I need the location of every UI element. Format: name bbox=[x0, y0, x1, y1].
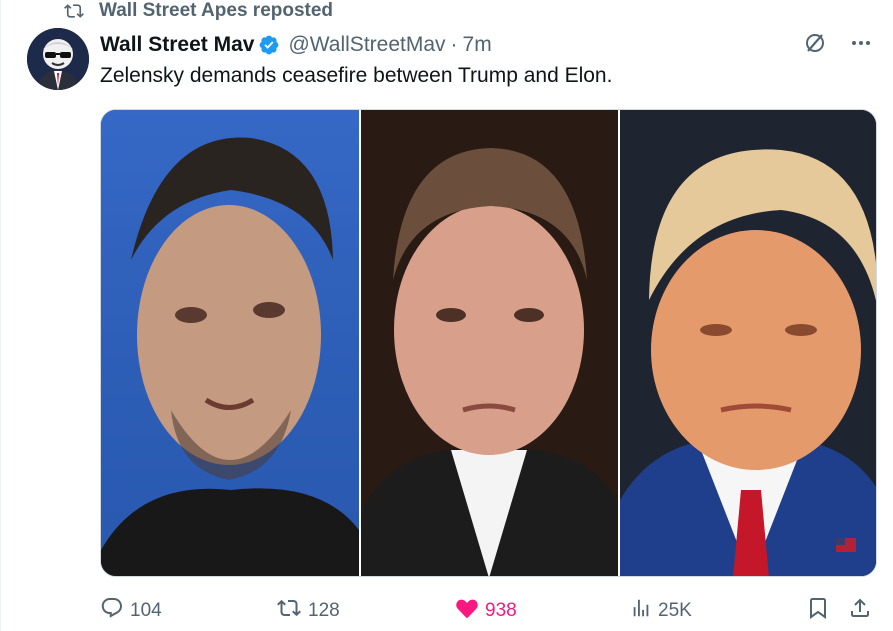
heart-icon bbox=[455, 596, 479, 626]
reply-count: 104 bbox=[130, 600, 162, 621]
views-chart-icon bbox=[630, 596, 652, 626]
reply-button[interactable]: 104 bbox=[100, 596, 162, 626]
repost-icon bbox=[63, 1, 85, 21]
media-panel-right bbox=[620, 110, 876, 576]
repost-label[interactable]: Wall Street Apes reposted bbox=[99, 0, 333, 22]
author-handle[interactable]: @WallStreetMav bbox=[288, 33, 445, 57]
like-count: 938 bbox=[485, 600, 517, 621]
repost-attribution[interactable]: Wall Street Apes reposted bbox=[63, 0, 333, 22]
tweet-timestamp[interactable]: 7m bbox=[463, 33, 492, 57]
views-count: 25K bbox=[658, 600, 692, 621]
views-button[interactable]: 25K bbox=[630, 596, 692, 626]
repost-button[interactable]: 128 bbox=[276, 596, 340, 626]
bookmark-button[interactable] bbox=[806, 596, 830, 626]
verified-badge-icon[interactable] bbox=[258, 34, 280, 56]
tweet-header: Wall Street Mav @WallStreetMav · 7m bbox=[100, 31, 873, 59]
share-icon bbox=[848, 596, 872, 626]
tweet-card[interactable]: Wall Street Apes reposted Wall Street Ma… bbox=[0, 0, 893, 631]
media-panel-center bbox=[361, 110, 618, 576]
media-panel-left bbox=[101, 110, 359, 576]
like-button[interactable]: 938 bbox=[455, 596, 517, 626]
reply-icon bbox=[100, 596, 124, 626]
more-dots-icon[interactable] bbox=[849, 31, 873, 60]
avatar[interactable] bbox=[27, 28, 89, 90]
header-actions bbox=[803, 31, 873, 60]
bookmark-icon bbox=[806, 596, 830, 626]
tweet-text: Zelensky demands ceasefire between Trump… bbox=[100, 64, 613, 87]
share-button[interactable] bbox=[848, 596, 872, 626]
tweet-action-bar: 104 128 938 25K bbox=[100, 596, 879, 626]
separator-dot: · bbox=[450, 33, 458, 56]
author-display-name[interactable]: Wall Street Mav bbox=[100, 33, 254, 57]
repost-count: 128 bbox=[308, 600, 340, 621]
repost-icon bbox=[276, 596, 302, 626]
tweet-media-image[interactable] bbox=[100, 109, 877, 577]
grok-icon[interactable] bbox=[803, 31, 827, 60]
